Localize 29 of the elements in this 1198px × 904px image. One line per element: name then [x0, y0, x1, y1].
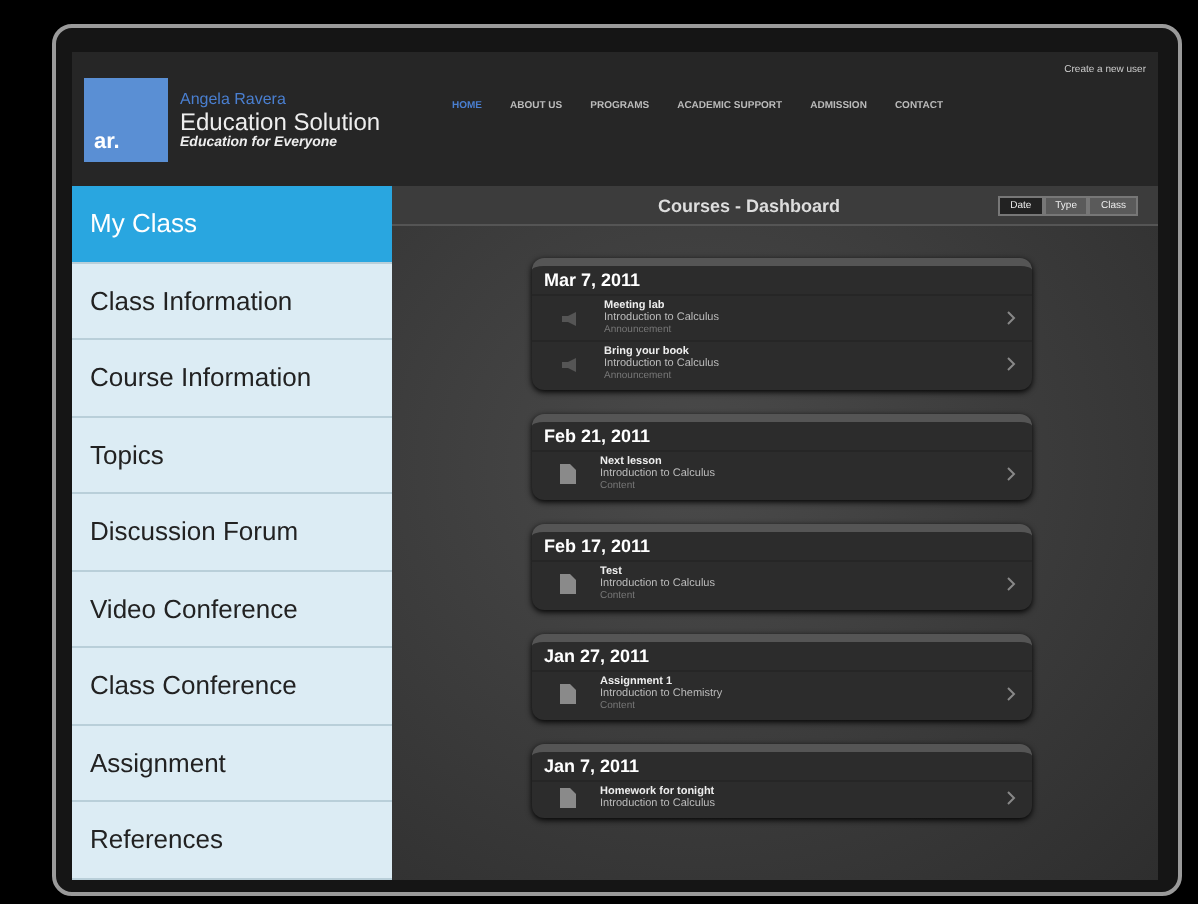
logo: ar.	[84, 77, 168, 161]
sidebar-item[interactable]: Video Conference	[72, 571, 392, 648]
document-icon	[560, 788, 576, 808]
sidebar-item[interactable]: Class Information	[72, 263, 392, 340]
document-icon	[560, 684, 576, 704]
owner-name: Angela Ravera	[180, 89, 288, 107]
document-icon	[560, 464, 576, 484]
date-heading: Jan 7, 2011	[542, 756, 642, 780]
chevron-icon	[1006, 310, 1016, 326]
sidebar-item[interactable]: Class Conference	[72, 648, 392, 725]
sidebar-item[interactable]: Assignment	[72, 725, 392, 802]
megaphone-icon	[560, 309, 580, 327]
document-icon	[560, 574, 576, 594]
date-heading: Feb 17, 2011	[542, 536, 653, 560]
sidebar-item[interactable]: Topics	[72, 417, 392, 494]
brand-name: Education Solution	[180, 107, 381, 135]
date-heading: Jan 27, 2011	[542, 646, 652, 670]
sidebar-item[interactable]: Discussion Forum	[72, 494, 392, 571]
date-heading: Mar 7, 2011	[542, 270, 643, 294]
sidebar-item[interactable]: Course Information	[72, 340, 392, 417]
chevron-icon	[1006, 686, 1016, 702]
chevron-icon	[1006, 576, 1016, 592]
chevron-icon	[1006, 356, 1016, 372]
dashboard-title: Courses - Dashboard	[658, 195, 841, 215]
chevron-icon	[1006, 466, 1016, 482]
date-heading: Feb 21, 2011	[542, 426, 653, 450]
megaphone-icon	[560, 355, 580, 373]
sidebar-item[interactable]: References	[72, 802, 392, 879]
chevron-icon	[1006, 790, 1016, 806]
